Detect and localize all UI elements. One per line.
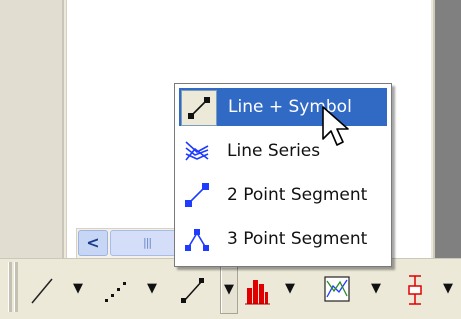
error-bar-icon xyxy=(408,275,422,305)
menu-item-3-point-segment[interactable]: 3 Point Segment xyxy=(179,220,387,258)
menu-item-label: Line Series xyxy=(227,141,321,161)
mouse-pointer-icon xyxy=(322,106,349,146)
menu-item-2-point-segment[interactable]: 2 Point Segment xyxy=(179,176,387,214)
line-series-icon xyxy=(179,133,215,169)
menu-item-line-symbol[interactable]: Line + Symbol xyxy=(179,88,387,126)
scroll-left-button[interactable]: < xyxy=(78,230,108,256)
left-panel xyxy=(0,0,62,258)
menu-item-label: 3 Point Segment xyxy=(227,229,368,249)
bar-chart-tool-dropdown[interactable]: ▼ xyxy=(282,266,298,312)
line-tool-dropdown[interactable]: ▼ xyxy=(70,266,86,312)
error-bar-tool-button[interactable] xyxy=(398,266,432,312)
menu-item-label: 2 Point Segment xyxy=(227,185,368,205)
line-series-tool-button[interactable] xyxy=(320,266,354,312)
toolbar-grip[interactable] xyxy=(8,262,12,312)
line-tool-button[interactable] xyxy=(26,266,60,312)
line-symbol-icon xyxy=(181,90,217,126)
dotted-line-tool-dropdown[interactable]: ▼ xyxy=(144,266,160,312)
three-point-segment-icon xyxy=(179,221,215,257)
dotted-line-tool-button[interactable] xyxy=(100,266,134,312)
bar-chart-icon xyxy=(245,280,270,305)
plot-style-menu: Line + Symbol Line Series 2 Point Segmen… xyxy=(174,83,392,267)
line-icon xyxy=(31,278,53,304)
error-bar-tool-dropdown[interactable]: ▼ xyxy=(440,266,456,312)
right-panel xyxy=(433,0,461,258)
scroll-thumb[interactable]: ||| xyxy=(110,230,184,256)
splitter[interactable] xyxy=(62,0,64,258)
bar-chart-tool-button[interactable] xyxy=(240,266,274,312)
toolbar-grip-2[interactable] xyxy=(14,262,18,312)
line-symbol-tool-dropdown[interactable]: ▼ xyxy=(220,266,238,314)
line-series-tool-dropdown[interactable]: ▼ xyxy=(368,266,384,312)
line-symbol-tool-button[interactable] xyxy=(176,266,210,312)
two-point-segment-icon xyxy=(179,177,215,213)
scroll-grip-icon: ||| xyxy=(143,236,152,249)
line-symbol-icon xyxy=(181,278,204,303)
menu-item-line-series[interactable]: Line Series xyxy=(179,132,387,170)
scroll-left-arrow-icon: < xyxy=(86,233,100,252)
line-series-icon xyxy=(324,276,350,302)
dotted-line-icon xyxy=(105,282,126,302)
